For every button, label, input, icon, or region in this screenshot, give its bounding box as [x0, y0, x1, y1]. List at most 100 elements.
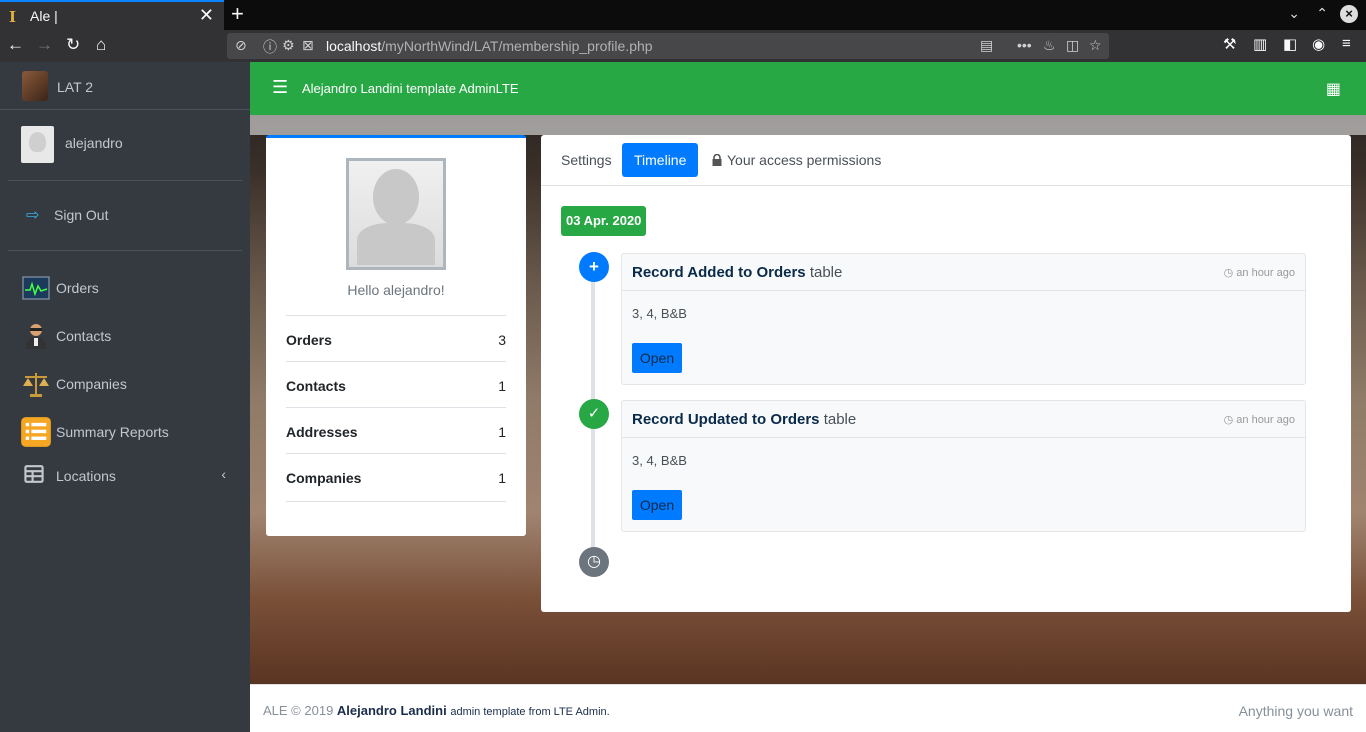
- page-actions-icon[interactable]: •••: [1017, 37, 1032, 53]
- window-maximize-icon[interactable]: ⌃: [1316, 5, 1328, 22]
- sidebar-item-contacts[interactable]: Contacts: [8, 314, 242, 358]
- sign-out-label: Sign Out: [54, 207, 109, 223]
- content-wrapper: Hello alejandro! Orders 3 Contacts 1 Add…: [250, 115, 1366, 684]
- sign-out-icon: ⇨: [26, 207, 40, 224]
- library-icon[interactable]: ▥: [1253, 35, 1267, 53]
- forward-icon[interactable]: →: [36, 35, 53, 55]
- footer-author-link[interactable]: Alejandro Landini: [337, 703, 447, 718]
- sign-out-link[interactable]: ⇨ Sign Out: [8, 181, 242, 251]
- plus-icon: +: [579, 252, 609, 282]
- timeline-item: Record Updated to Orders table ◷ an hour…: [621, 400, 1306, 532]
- profile-stat-orders: Orders 3: [286, 315, 506, 361]
- profile-picture: [346, 158, 446, 270]
- reload-icon[interactable]: ↻: [66, 35, 80, 55]
- avatar: [21, 126, 54, 163]
- url-bar[interactable]: ⊘ ⓘ ⚙ ⊠ localhost/myNorthWind/LAT/member…: [227, 33, 1109, 59]
- sidebar-item-locations[interactable]: Locations ‹: [8, 454, 242, 498]
- stat-value: 1: [498, 424, 506, 440]
- timeline-item-body: 3, 4, B&B: [632, 306, 687, 321]
- clock-end-icon: ◷: [579, 547, 609, 577]
- timeline-item-header: Record Added to Orders table ◷ an hour a…: [622, 254, 1305, 291]
- open-button[interactable]: Open: [632, 343, 682, 373]
- timeline-card: Settings Timeline Your access permission…: [541, 135, 1351, 612]
- bookmark-star-icon[interactable]: ☆: [1089, 37, 1102, 54]
- sidebar-item-companies[interactable]: Companies: [8, 362, 242, 406]
- stat-value: 3: [498, 332, 506, 348]
- new-tab-icon[interactable]: +: [231, 1, 244, 27]
- open-button[interactable]: Open: [632, 490, 682, 520]
- main-footer: ALE © 2019 Alejandro Landini admin templ…: [250, 684, 1366, 732]
- profile-stat-contacts: Contacts 1: [286, 361, 506, 407]
- stat-label: Addresses: [286, 424, 358, 440]
- stat-label: Orders: [286, 332, 332, 348]
- user-panel[interactable]: alejandro: [8, 110, 242, 181]
- timeline-item-time: ◷ an hour ago: [1223, 414, 1295, 426]
- tab-settings[interactable]: Settings: [549, 143, 624, 177]
- tab-timeline[interactable]: Timeline: [622, 143, 699, 177]
- browser-tabbar: I Ale | ✕ + ⌄ ⌃ ×: [0, 0, 1366, 30]
- check-icon: ✓: [579, 399, 609, 429]
- sidebar-toggle-hamburger-icon[interactable]: ☰: [272, 77, 288, 98]
- reader-view-icon[interactable]: ▤: [980, 37, 993, 54]
- profile-stat-addresses: Addresses 1: [286, 407, 506, 453]
- footer-right-text: Anything you want: [1238, 703, 1353, 719]
- timeline-item-body: 3, 4, B&B: [632, 453, 687, 468]
- browser-navbar: ← → ↻ ⌂ ⊘ ⓘ ⚙ ⊠ localhost/myNorthWind/LA…: [0, 30, 1366, 62]
- sidebar-item-summary-reports[interactable]: Summary Reports: [8, 410, 242, 454]
- timeline-item-title: Record Added to Orders table: [632, 264, 843, 281]
- brand-logo: [22, 71, 48, 101]
- wrench-icon[interactable]: ⚒: [1223, 35, 1236, 53]
- pocket-icon[interactable]: ◫: [1066, 37, 1079, 54]
- tab-title: Ale |: [30, 8, 58, 24]
- home-icon[interactable]: ⌂: [96, 35, 106, 55]
- tab-list-icon[interactable]: ⌄: [1288, 5, 1300, 22]
- back-icon[interactable]: ←: [7, 35, 24, 55]
- chevron-left-icon[interactable]: ‹: [221, 466, 226, 482]
- url-text[interactable]: localhost/myNorthWind/LAT/membership_pro…: [326, 38, 653, 54]
- profile-card: Hello alejandro! Orders 3 Contacts 1 Add…: [266, 135, 526, 536]
- sidebar-item-label: Companies: [56, 376, 127, 392]
- tracking-protection-icon[interactable]: ⊘: [235, 37, 247, 54]
- scales-icon: [23, 373, 49, 397]
- sidebar-item-label: Orders: [56, 280, 99, 296]
- favicon-icon: I: [9, 8, 17, 26]
- table-grid-icon: [24, 465, 44, 483]
- clock-icon: ◷: [1223, 267, 1234, 279]
- sidebar-item-orders[interactable]: Orders: [8, 266, 242, 310]
- stat-value: 1: [498, 470, 506, 486]
- orders-chart-icon: [22, 276, 50, 300]
- brand-link[interactable]: LAT 2: [0, 62, 250, 110]
- window-close-icon[interactable]: ×: [1340, 5, 1358, 23]
- stat-value: 1: [498, 378, 506, 394]
- stat-label: Companies: [286, 470, 362, 486]
- site-info-icon[interactable]: ⓘ: [263, 37, 277, 57]
- footer-copyright: ALE © 2019 Alejandro Landini admin templ…: [263, 703, 610, 718]
- card-tabs: Settings Timeline Your access permission…: [541, 135, 1351, 186]
- sidebar-item-label: Locations: [56, 468, 116, 484]
- insecure-icon[interactable]: ⊠: [302, 37, 314, 54]
- timeline-item-title: Record Updated to Orders table: [632, 411, 857, 428]
- tab-permissions[interactable]: Your access permissions: [699, 143, 893, 177]
- permissions-icon[interactable]: ⚙: [282, 37, 295, 54]
- hamburger-menu-icon[interactable]: ≡: [1342, 35, 1351, 52]
- page-header-title: Alejandro Landini template AdminLTE: [302, 81, 519, 96]
- tab-close-icon[interactable]: ✕: [199, 5, 214, 26]
- sidebar-item-label: Summary Reports: [56, 424, 169, 440]
- tab-permissions-label: Your access permissions: [727, 152, 882, 168]
- user-name[interactable]: alejandro: [65, 135, 123, 151]
- browser-tab[interactable]: I Ale | ✕: [0, 0, 224, 30]
- sidebar-toggle-icon[interactable]: ◧: [1283, 35, 1297, 53]
- timeline-date-label: 03 Apr. 2020: [561, 206, 647, 236]
- timeline-item-header: Record Updated to Orders table ◷ an hour…: [622, 401, 1305, 438]
- divider: [286, 501, 506, 502]
- bulb-icon[interactable]: ♨: [1043, 37, 1056, 54]
- clock-icon: ◷: [1223, 414, 1234, 426]
- control-sidebar-grid-icon[interactable]: ▦: [1326, 79, 1341, 99]
- sidebar-item-label: Contacts: [56, 328, 112, 344]
- stat-label: Contacts: [286, 378, 346, 394]
- timeline-item-time: ◷ an hour ago: [1223, 267, 1295, 279]
- account-icon[interactable]: ◉: [1312, 35, 1325, 53]
- main-header: ☰ Alejandro Landini template AdminLTE ▦: [250, 62, 1366, 115]
- timeline-item: Record Added to Orders table ◷ an hour a…: [621, 253, 1306, 385]
- lock-icon: [712, 154, 722, 166]
